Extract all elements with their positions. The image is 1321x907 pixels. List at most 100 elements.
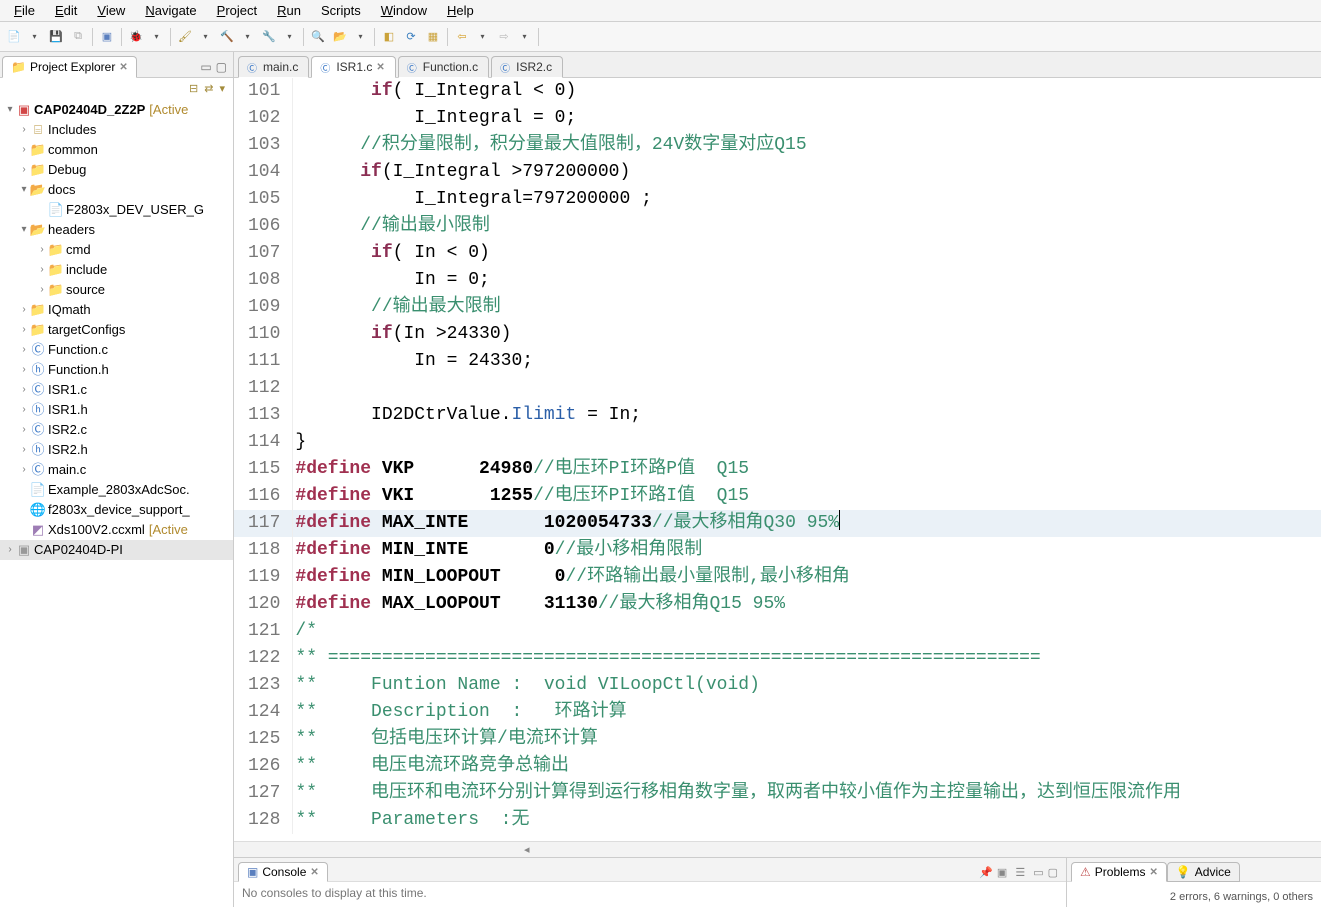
new-dropdown-icon[interactable] (24, 27, 44, 47)
new-button-icon[interactable]: 📄 (4, 27, 24, 47)
project-tree[interactable]: ▾ ▣ CAP02404D_2Z2P [Active ›⌸Includes ›📁… (0, 98, 233, 907)
collapse-all-icon[interactable]: ⊟ (189, 82, 198, 95)
code-line[interactable]: ** 包括电压环计算/电流环计算 (293, 726, 1321, 753)
wrench-icon[interactable]: 🔧 (259, 27, 279, 47)
advice-tab[interactable]: 💡 Advice (1167, 862, 1240, 882)
code-line[interactable]: #define MIN_LOOPOUT 0//环路输出最小量限制,最小移相角 (293, 564, 1321, 591)
console-tab[interactable]: ▣ Console ✕ (238, 862, 328, 882)
maximize-icon[interactable]: ▢ (1048, 866, 1058, 879)
console-icon[interactable]: ▣ (97, 27, 117, 47)
code-line[interactable]: ** Funtion Name : void VILoopCtl(void) (293, 672, 1321, 699)
menu-help[interactable]: Help (437, 1, 484, 20)
menu-scripts[interactable]: Scripts (311, 1, 371, 20)
wrench-dropdown-icon[interactable] (279, 27, 299, 47)
code-line[interactable]: I_Integral=797200000 ; (293, 186, 1321, 213)
code-line[interactable]: //积分量限制，积分量最大值限制，24V数字量对应Q15 (293, 132, 1321, 159)
view-menu-icon[interactable]: ▾ (219, 82, 225, 95)
paint-icon[interactable]: 🖌 (175, 27, 195, 47)
code-line[interactable]: In = 0; (293, 267, 1321, 294)
project-node[interactable]: › ▣ CAP02404D-PI (0, 540, 233, 560)
tree-item[interactable]: ›ⓗFunction.h (0, 360, 233, 380)
code-line[interactable]: ** Description : 环路计算 (293, 699, 1321, 726)
paint-dropdown-icon[interactable] (195, 27, 215, 47)
code-line[interactable]: #define MAX_INTE 1020054733//最大移相角Q30 95… (293, 510, 1321, 537)
code-line[interactable]: /* (293, 618, 1321, 645)
build-dropdown-icon[interactable] (237, 27, 257, 47)
fwd-icon[interactable]: ⇨ (494, 27, 514, 47)
code-line[interactable]: //输出最大限制 (293, 294, 1321, 321)
code-line[interactable]: } (293, 429, 1321, 456)
open-console-icon[interactable]: ☰ (1015, 866, 1025, 879)
pin-icon[interactable]: 📌 (979, 866, 993, 879)
stop-icon[interactable]: ◧ (379, 27, 399, 47)
tree-item[interactable]: ›ⓗISR1.h (0, 400, 233, 420)
tree-item[interactable]: 📄F2803x_DEV_USER_G (0, 200, 233, 220)
tree-item[interactable]: ›ⒸISR1.c (0, 380, 233, 400)
tree-item[interactable]: ›ⓗISR2.h (0, 440, 233, 460)
chip-icon[interactable]: ▦ (423, 27, 443, 47)
code-editor[interactable]: 101 if( I_Integral < 0) 102 I_Integral =… (234, 78, 1321, 841)
code-line[interactable]: #define VKI 1255//电压环PI环路I值 Q15 (293, 483, 1321, 510)
tree-item[interactable]: ›📁targetConfigs (0, 320, 233, 340)
tree-item[interactable]: ›📁IQmath (0, 300, 233, 320)
code-line[interactable]: ** 电压环和电流环分别计算得到运行移相角数字量，取两者中较小值作为主控量输出，… (293, 780, 1321, 807)
display-icon[interactable]: ▣ (997, 866, 1007, 879)
project-node[interactable]: ▾ ▣ CAP02404D_2Z2P [Active (0, 100, 233, 120)
tree-item[interactable]: 🌐f2803x_device_support_ (0, 500, 233, 520)
back-dropdown-icon[interactable] (472, 27, 492, 47)
refresh-icon[interactable]: ⟳ (401, 27, 421, 47)
close-icon[interactable]: ✕ (1149, 867, 1157, 878)
tree-item[interactable]: ›📁include (0, 260, 233, 280)
code-line[interactable]: #define MIN_INTE 0//最小移相角限制 (293, 537, 1321, 564)
minimize-icon[interactable]: ▭ (200, 60, 211, 74)
menu-navigate[interactable]: Navigate (135, 1, 206, 20)
editor-tab-main[interactable]: Ⓒmain.c (238, 56, 309, 78)
menu-run[interactable]: Run (267, 1, 311, 20)
code-line[interactable]: I_Integral = 0; (293, 105, 1321, 132)
menu-edit[interactable]: Edit (45, 1, 87, 20)
build-icon[interactable]: 🔨 (217, 27, 237, 47)
close-icon[interactable]: ✕ (310, 867, 318, 878)
tree-item[interactable]: ›Ⓒmain.c (0, 460, 233, 480)
code-line[interactable]: #define MAX_LOOPOUT 31130//最大移相角Q15 95% (293, 591, 1321, 618)
fwd-dropdown-icon[interactable] (514, 27, 534, 47)
editor-tab-isr2[interactable]: ⒸISR2.c (491, 56, 563, 78)
tree-item[interactable]: ◩Xds100V2.ccxml[Active (0, 520, 233, 540)
code-line[interactable]: ID2DCtrValue.Ilimit = In; (293, 402, 1321, 429)
menu-window[interactable]: Window (371, 1, 437, 20)
code-line[interactable]: if( I_Integral < 0) (293, 78, 1321, 105)
menu-file[interactable]: File (4, 1, 45, 20)
tree-item[interactable]: ›📁common (0, 140, 233, 160)
code-line[interactable]: #define VKP 24980//电压环PI环路P值 Q15 (293, 456, 1321, 483)
code-line[interactable]: if(I_Integral >797200000) (293, 159, 1321, 186)
save-all-icon[interactable]: ⧉ (68, 27, 88, 47)
editor-tab-function[interactable]: ⒸFunction.c (398, 56, 489, 78)
debug-dropdown-icon[interactable] (146, 27, 166, 47)
code-line[interactable]: ** =====================================… (293, 645, 1321, 672)
save-icon[interactable]: 💾 (46, 27, 66, 47)
tree-item[interactable]: ›📁source (0, 280, 233, 300)
tree-item[interactable]: ▾📂docs (0, 180, 233, 200)
horizontal-scrollbar[interactable]: ◂ (234, 841, 1321, 857)
tree-item[interactable]: ›ⒸISR2.c (0, 420, 233, 440)
editor-tab-isr1[interactable]: ⒸISR1.c✕ (311, 56, 395, 78)
openfile-dropdown-icon[interactable] (350, 27, 370, 47)
pe-tab[interactable]: 📁 Project Explorer ✕ (2, 56, 137, 78)
tree-item[interactable]: ›📁cmd (0, 240, 233, 260)
code-line[interactable]: if(In >24330) (293, 321, 1321, 348)
code-line[interactable]: if( In < 0) (293, 240, 1321, 267)
maximize-icon[interactable]: ▢ (216, 60, 227, 74)
tree-item[interactable]: ▾📂headers (0, 220, 233, 240)
close-icon[interactable]: ✕ (376, 62, 384, 73)
close-icon[interactable]: ✕ (119, 62, 127, 73)
code-line[interactable]: ** Parameters :无 (293, 807, 1321, 834)
debug-icon[interactable]: 🐞 (126, 27, 146, 47)
tree-item[interactable]: ›ⒸFunction.c (0, 340, 233, 360)
menu-project[interactable]: Project (207, 1, 267, 20)
code-line[interactable]: In = 24330; (293, 348, 1321, 375)
code-line[interactable]: //输出最小限制 (293, 213, 1321, 240)
openfile-icon[interactable]: 📂 (330, 27, 350, 47)
search-icon[interactable]: 🔍 (308, 27, 328, 47)
code-line[interactable] (293, 375, 1321, 402)
minimize-icon[interactable]: ▭ (1033, 866, 1043, 879)
